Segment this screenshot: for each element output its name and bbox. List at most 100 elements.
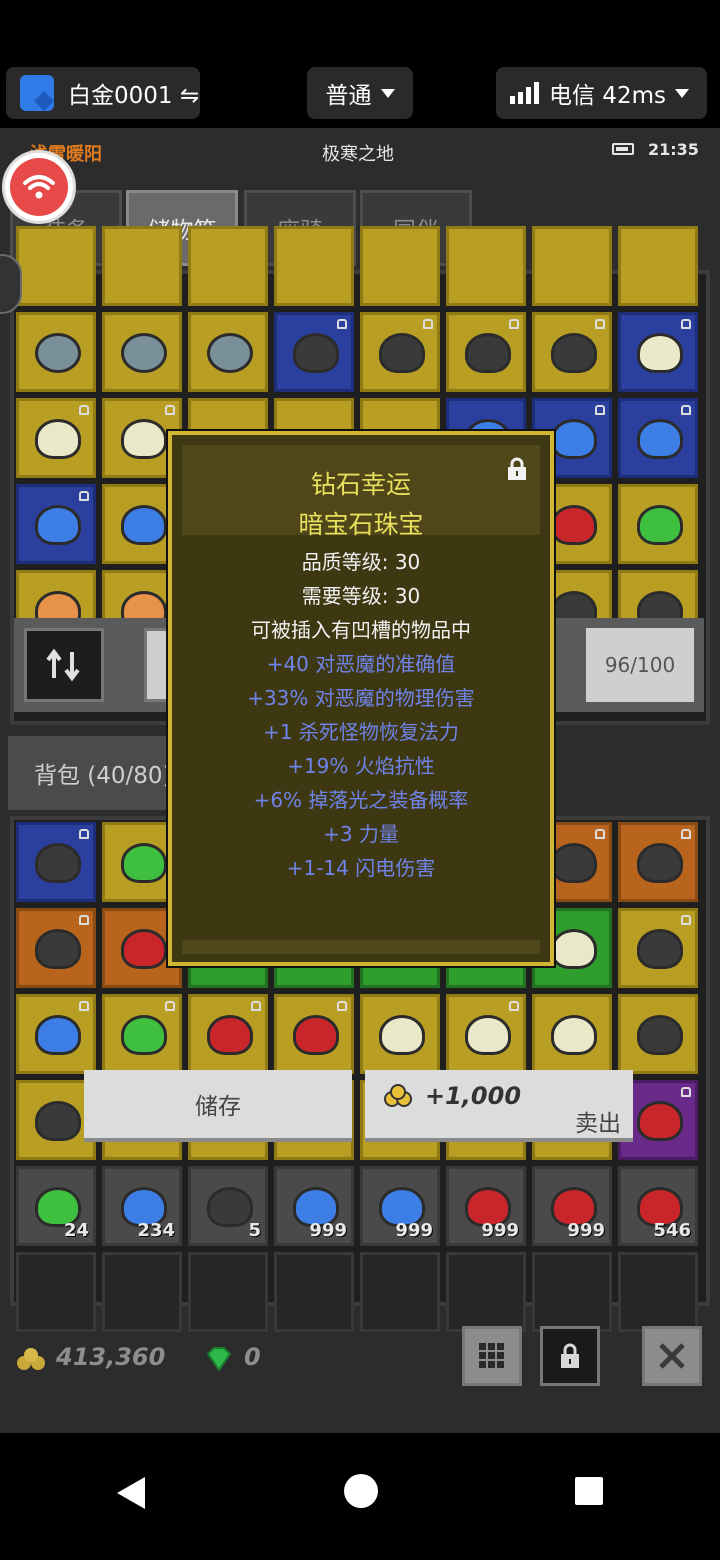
lock-icon bbox=[509, 1001, 519, 1011]
item-type: 暗宝石珠宝 bbox=[298, 510, 424, 539]
gem-egg-icon bbox=[35, 333, 81, 373]
close-button[interactable] bbox=[642, 1326, 702, 1386]
bag-slot[interactable] bbox=[102, 994, 182, 1074]
lock-icon bbox=[509, 319, 519, 329]
lock-icon bbox=[251, 1001, 261, 1011]
storage-slot[interactable] bbox=[102, 226, 182, 306]
home-icon[interactable] bbox=[344, 1474, 378, 1508]
storage-slot[interactable] bbox=[446, 312, 526, 392]
signal-icon bbox=[510, 82, 539, 104]
helmet-icon bbox=[35, 843, 81, 883]
bag-slot[interactable] bbox=[188, 994, 268, 1074]
gold-coin-icon bbox=[384, 1084, 412, 1107]
storage-slot[interactable] bbox=[274, 226, 354, 306]
network-dropdown[interactable]: 电信 42ms bbox=[496, 67, 707, 119]
storage-slot[interactable] bbox=[360, 226, 440, 306]
bag-slot[interactable]: 24 bbox=[16, 1166, 96, 1246]
storage-slot[interactable] bbox=[618, 312, 698, 392]
bag-tab[interactable]: 背包 (40/80) bbox=[8, 736, 178, 810]
sell-button[interactable]: +1,000 卖出 bbox=[365, 1070, 633, 1142]
lock-icon bbox=[595, 829, 605, 839]
bag-slot[interactable]: 999 bbox=[532, 1166, 612, 1246]
storage-slot[interactable] bbox=[16, 312, 96, 392]
storage-slot[interactable] bbox=[16, 226, 96, 306]
lock-icon bbox=[681, 829, 691, 839]
bag-slot[interactable]: 999 bbox=[360, 1166, 440, 1246]
lock-icon bbox=[681, 1087, 691, 1097]
lock-button[interactable] bbox=[540, 1326, 600, 1386]
bag-slot[interactable]: 5 bbox=[188, 1166, 268, 1246]
bag-slot[interactable] bbox=[618, 994, 698, 1074]
storage-slot[interactable] bbox=[618, 484, 698, 564]
stack-count: 999 bbox=[309, 1220, 347, 1241]
stack-count: 5 bbox=[248, 1220, 261, 1241]
storage-slot[interactable] bbox=[274, 312, 354, 392]
armor-icon bbox=[551, 843, 597, 883]
storage-slot[interactable] bbox=[188, 312, 268, 392]
wifi-float-button[interactable] bbox=[2, 150, 76, 224]
white-jewel-icon bbox=[35, 419, 81, 459]
socket-note: 可被插入有凹槽的物品中 bbox=[251, 618, 471, 642]
storage-slot[interactable] bbox=[618, 226, 698, 306]
white-jewel-icon bbox=[637, 333, 683, 373]
red-jewel-icon bbox=[207, 1015, 253, 1055]
tooltip-header: 钻石幸运 暗宝石珠宝 bbox=[182, 445, 540, 539]
caret-down-icon bbox=[380, 88, 395, 98]
armor-icon bbox=[637, 843, 683, 883]
bag-slot[interactable] bbox=[16, 822, 96, 902]
bag-slot[interactable] bbox=[360, 994, 440, 1074]
blue-jewel-icon bbox=[35, 505, 81, 545]
wifi-icon bbox=[10, 158, 68, 216]
bag-slot[interactable]: 999 bbox=[274, 1166, 354, 1246]
dark-jewel-icon bbox=[293, 333, 339, 373]
pet-cat-icon bbox=[551, 1015, 597, 1055]
store-button[interactable]: 储存 bbox=[84, 1070, 352, 1142]
account-switcher[interactable]: 白金0001 ⇋ bbox=[6, 67, 200, 119]
red-jewel-icon bbox=[293, 1015, 339, 1055]
storage-slot[interactable] bbox=[532, 226, 612, 306]
lock-icon bbox=[595, 319, 605, 329]
dark-jewel-icon bbox=[551, 333, 597, 373]
sort-button[interactable] bbox=[24, 628, 104, 702]
side-drawer-handle[interactable] bbox=[0, 254, 22, 314]
bag-slot[interactable] bbox=[532, 994, 612, 1074]
store-label: 储存 bbox=[195, 1094, 241, 1120]
storage-slot[interactable] bbox=[618, 398, 698, 478]
storage-slot[interactable] bbox=[16, 484, 96, 564]
bag-slot[interactable]: 234 bbox=[102, 1166, 182, 1246]
storage-slot[interactable] bbox=[446, 226, 526, 306]
chain-icon bbox=[551, 929, 597, 969]
item-lock-icon[interactable] bbox=[506, 457, 528, 481]
grid-view-button[interactable] bbox=[462, 1326, 522, 1386]
system-nav-bar bbox=[0, 1433, 720, 1560]
bag-slot[interactable] bbox=[618, 822, 698, 902]
storage-slot[interactable] bbox=[102, 312, 182, 392]
storage-slot[interactable] bbox=[360, 312, 440, 392]
bag-slot[interactable]: 999 bbox=[446, 1166, 526, 1246]
ring-icon bbox=[637, 1015, 683, 1055]
belt-icon bbox=[35, 1101, 81, 1141]
stack-count: 999 bbox=[481, 1220, 519, 1241]
bag-slot[interactable] bbox=[274, 994, 354, 1074]
stack-count: 999 bbox=[567, 1220, 605, 1241]
storage-slot[interactable] bbox=[16, 398, 96, 478]
back-icon[interactable] bbox=[117, 1477, 145, 1509]
lock-icon bbox=[79, 915, 89, 925]
game-status-bar: 浅雪暖阳 极寒之地 21:35 bbox=[0, 128, 720, 174]
bag-label: 背包 (40/80) bbox=[34, 763, 172, 789]
green-gem-icon bbox=[637, 505, 683, 545]
storage-slot[interactable] bbox=[188, 226, 268, 306]
recents-icon[interactable] bbox=[575, 1477, 603, 1505]
storage-slot[interactable] bbox=[532, 312, 612, 392]
dark-jewel-icon bbox=[637, 929, 683, 969]
blue-jewel-icon bbox=[121, 505, 167, 545]
bag-slot[interactable] bbox=[446, 994, 526, 1074]
bag-slot[interactable] bbox=[16, 908, 96, 988]
bag-slot[interactable] bbox=[618, 908, 698, 988]
bag-slot[interactable] bbox=[16, 994, 96, 1074]
required-level: 需要等级: 30 bbox=[301, 584, 421, 608]
bag-slot[interactable]: 546 bbox=[618, 1166, 698, 1246]
blue-jewel-icon bbox=[551, 419, 597, 459]
mode-dropdown[interactable]: 普通 bbox=[307, 67, 413, 119]
white-jewel-icon bbox=[121, 419, 167, 459]
